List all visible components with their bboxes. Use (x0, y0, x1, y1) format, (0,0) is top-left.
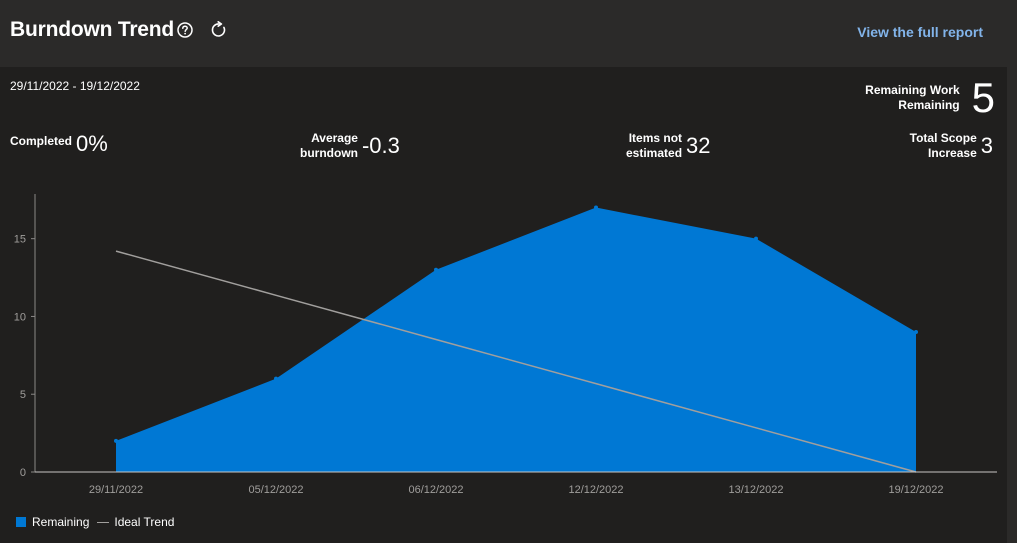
items-not-estimated-metric: Items not estimated 32 (626, 131, 711, 161)
average-burndown-value: -0.3 (361, 133, 400, 158)
y-tick-label: 15 (14, 234, 26, 246)
remaining-area[interactable] (116, 207, 916, 473)
remaining-work-value: 5 (971, 74, 995, 121)
items-not-estimated-label: Items not estimated (626, 131, 683, 160)
remaining-point[interactable] (594, 205, 598, 210)
chart-legend: Remaining Ideal Trend (16, 515, 174, 529)
date-range: 29/11/2022 - 19/12/2022 (10, 79, 140, 93)
legend-remaining-swatch (16, 517, 26, 527)
x-tick-label: 29/11/2022 (89, 484, 143, 496)
refresh-icon[interactable] (210, 21, 228, 39)
view-full-report-link[interactable]: View the full report (857, 24, 983, 40)
average-burndown-label: Average burndown (300, 131, 358, 160)
legend-ideal-trend-label[interactable]: Ideal Trend (114, 515, 174, 529)
remaining-point[interactable] (434, 267, 438, 272)
y-tick-label: 0 (20, 467, 26, 479)
x-tick-label: 19/12/2022 (888, 484, 943, 496)
widget-header: Burndown Trend View the full report (0, 0, 1017, 67)
legend-ideal-trend-swatch (97, 521, 110, 523)
total-scope-increase-value: 3 (980, 133, 993, 158)
question-circle-icon[interactable] (176, 21, 194, 39)
items-not-estimated-value: 32 (686, 133, 711, 158)
y-tick-label: 5 (20, 389, 26, 401)
x-tick-label: 06/12/2022 (408, 484, 463, 496)
x-tick-label: 13/12/2022 (728, 484, 783, 496)
legend-remaining-label[interactable]: Remaining (32, 515, 89, 529)
completed-metric: Completed 0% (10, 131, 108, 157)
total-scope-increase-metric: Total Scope Increase 3 (910, 131, 993, 161)
remaining-point[interactable] (914, 330, 918, 334)
completed-label: Completed (10, 134, 73, 148)
total-scope-increase-label: Total Scope Increase (909, 131, 977, 160)
y-tick-label: 10 (14, 311, 26, 323)
remaining-point[interactable] (754, 236, 758, 241)
burndown-chart: 0 5 10 15 29/11/2022 05/12/2022 06/12/2022 12/1… (14, 194, 997, 496)
completed-value: 0% (76, 131, 108, 156)
average-burndown-metric: Average burndown -0.3 (300, 131, 400, 161)
remaining-work-metric: Remaining Work Remaining 5 (865, 77, 995, 119)
widget-title: Burndown Trend (10, 18, 175, 41)
x-tick-label: 12/12/2022 (568, 484, 623, 496)
remaining-point[interactable] (114, 438, 118, 443)
x-tick-label: 05/12/2022 (248, 484, 303, 496)
remaining-point[interactable] (274, 376, 278, 381)
remaining-work-label: Remaining Work Remaining (865, 83, 960, 112)
